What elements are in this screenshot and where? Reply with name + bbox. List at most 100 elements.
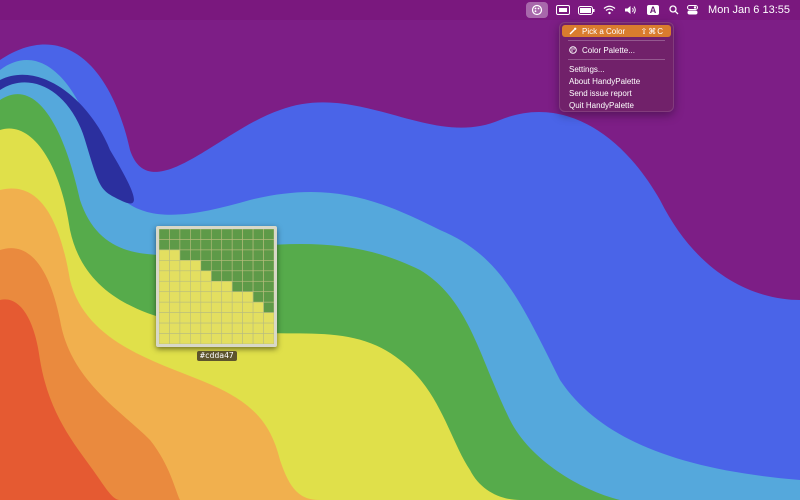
loupe-pixel xyxy=(159,260,170,272)
loupe-pixel xyxy=(221,291,233,303)
menu-item-about[interactable]: About HandyPalette xyxy=(562,75,671,87)
loupe-pixel xyxy=(231,260,243,272)
loupe-pixel xyxy=(190,249,202,261)
loupe-pixel xyxy=(169,333,181,344)
loupe-pixel xyxy=(179,301,191,313)
volume-button[interactable] xyxy=(624,2,637,18)
menu-item-color-palette[interactable]: Color Palette... xyxy=(562,44,671,56)
menu-item-send-issue-report[interactable]: Send issue report xyxy=(562,87,671,99)
color-picker-loupe[interactable] xyxy=(156,226,277,347)
loupe-pixel xyxy=(179,229,191,240)
loupe-pixel xyxy=(221,280,233,293)
loupe-pixel xyxy=(263,260,274,272)
loupe-pixel xyxy=(169,229,181,240)
color-hex-label: #cdda47 xyxy=(197,351,237,361)
loupe-pixel xyxy=(200,322,212,334)
loupe-pixel xyxy=(159,333,170,344)
loupe-pixel xyxy=(159,239,170,251)
loupe-pixel xyxy=(200,312,212,324)
search-icon xyxy=(669,5,679,15)
loupe-pixel xyxy=(242,249,254,261)
loupe-pixel xyxy=(210,322,223,334)
loupe-pixel xyxy=(159,301,170,313)
loupe-pixel xyxy=(190,260,202,272)
menu-item-settings[interactable]: Settings... xyxy=(562,63,671,75)
loupe-pixel xyxy=(169,312,181,324)
loupe-pixel xyxy=(210,280,223,293)
keyboard-input-icon[interactable]: A xyxy=(647,5,660,15)
loupe-pixel xyxy=(242,229,254,240)
screen-mirroring-icon xyxy=(556,4,571,15)
loupe-pixel xyxy=(231,291,243,303)
loupe-pixel xyxy=(200,291,212,303)
loupe-pixel xyxy=(179,291,191,303)
menu-item-label: Settings... xyxy=(569,64,605,74)
loupe-pixel xyxy=(190,322,202,334)
loupe-pixel xyxy=(159,312,170,324)
loupe-pixel xyxy=(221,260,233,272)
loupe-pixel xyxy=(210,333,223,344)
screen-mirroring-button[interactable] xyxy=(556,2,571,18)
loupe-pixel xyxy=(169,270,181,282)
loupe-pixel xyxy=(242,312,254,324)
menu-separator xyxy=(568,40,665,41)
loupe-pixel xyxy=(159,270,170,282)
loupe-pixel xyxy=(179,280,191,293)
loupe-pixel xyxy=(263,229,274,240)
loupe-pixel xyxy=(169,280,181,293)
menu-item-pick-a-color[interactable]: Pick a Color ⇧⌘C xyxy=(562,25,671,37)
menubar-clock[interactable]: Mon Jan 6 13:55 xyxy=(708,4,790,16)
loupe-pixel xyxy=(190,312,202,324)
control-center-button[interactable] xyxy=(687,2,699,18)
loupe-pixel xyxy=(210,249,223,261)
loupe-pixel xyxy=(179,249,191,261)
loupe-pixel xyxy=(169,260,181,272)
handypalette-dropdown-menu: Pick a Color ⇧⌘C Color Palette... Settin… xyxy=(559,22,674,112)
battery-button[interactable] xyxy=(578,2,595,18)
loupe-pixel xyxy=(263,301,274,313)
eyedropper-icon xyxy=(569,27,579,35)
loupe-pixel xyxy=(179,322,191,334)
loupe-pixel xyxy=(221,312,233,324)
loupe-pixel xyxy=(242,322,254,334)
loupe-pixel xyxy=(242,270,254,282)
battery-icon xyxy=(578,5,595,15)
loupe-pixel xyxy=(252,229,264,240)
loupe-pixel xyxy=(190,239,202,251)
search-button[interactable] xyxy=(669,2,679,18)
loupe-pixel xyxy=(252,270,264,282)
loupe-pixel xyxy=(159,229,170,240)
loupe-pixel xyxy=(263,239,274,251)
loupe-pixel xyxy=(221,322,233,334)
loupe-pixel xyxy=(252,322,264,334)
loupe-pixel xyxy=(190,301,202,313)
loupe-pixel xyxy=(179,239,191,251)
loupe-pixel xyxy=(242,280,254,293)
loupe-pixel xyxy=(169,322,181,334)
loupe-pixel xyxy=(221,301,233,313)
handypalette-menu-extra[interactable] xyxy=(526,2,549,18)
loupe-pixel xyxy=(200,333,212,344)
control-center-icon xyxy=(687,5,699,15)
loupe-pixel xyxy=(169,249,181,261)
palette-icon xyxy=(569,46,579,54)
loupe-pixel xyxy=(159,322,170,334)
menu-item-quit[interactable]: Quit HandyPalette xyxy=(562,99,671,111)
menu-item-label: Quit HandyPalette xyxy=(569,100,634,110)
loupe-pixel xyxy=(179,270,191,282)
loupe-pixel xyxy=(252,312,264,324)
loupe-pixel xyxy=(231,249,243,261)
loupe-pixel xyxy=(169,301,181,313)
loupe-pixel xyxy=(200,280,212,293)
loupe-pixel xyxy=(252,249,264,261)
loupe-pixel xyxy=(169,239,181,251)
menu-item-shortcut: ⇧⌘C xyxy=(640,26,664,36)
loupe-pixel xyxy=(231,280,243,293)
loupe-pixel xyxy=(190,270,202,282)
desktop-wallpaper xyxy=(0,0,800,500)
loupe-pixel xyxy=(263,333,274,344)
wifi-button[interactable] xyxy=(603,2,616,18)
loupe-pixel xyxy=(159,249,170,261)
loupe-pixel xyxy=(263,249,274,261)
loupe-pixel xyxy=(252,291,264,303)
